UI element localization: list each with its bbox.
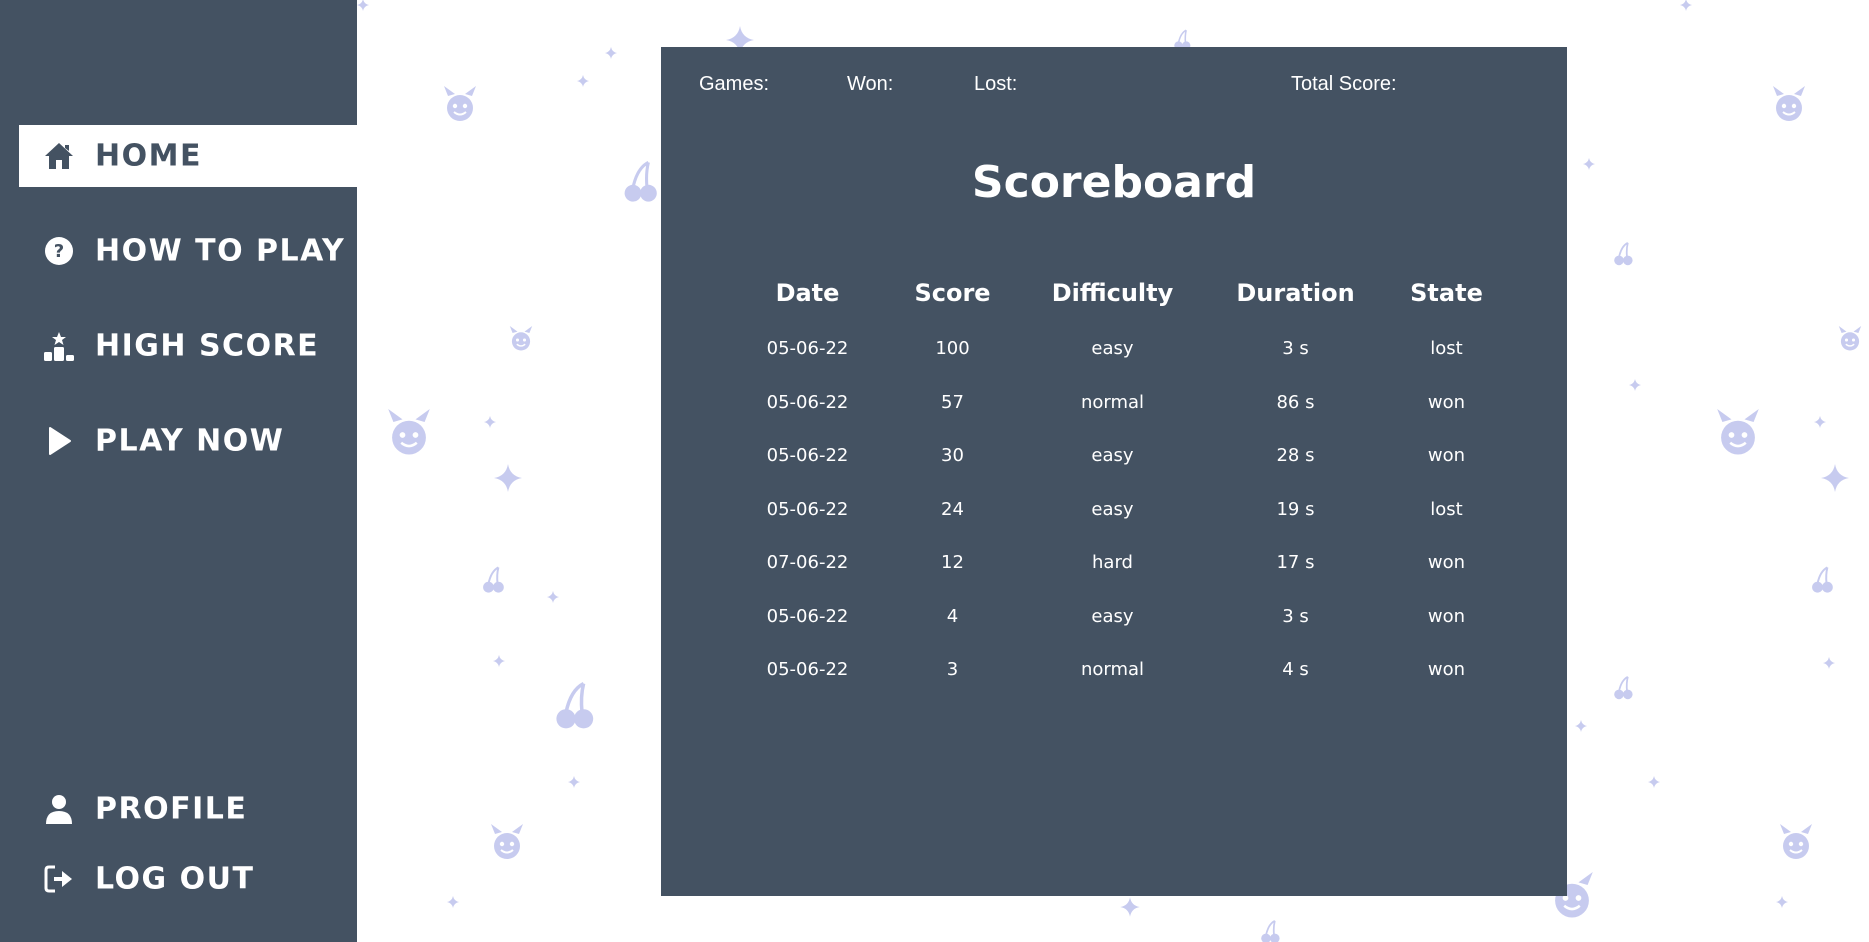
- cell-difficulty: easy: [1091, 605, 1134, 627]
- column-header-state: State: [1410, 279, 1483, 307]
- play-icon: [41, 423, 77, 459]
- column-header-duration: Duration: [1236, 279, 1355, 307]
- cell-difficulty: normal: [1080, 391, 1145, 413]
- scoreboard-table: Date Score Difficulty Duration State 05-…: [739, 264, 1498, 697]
- sidebar-item-label: PLAY NOW: [95, 423, 285, 459]
- total-score-stat: Total Score:: [1291, 73, 1397, 95]
- cell-score: 24: [941, 498, 964, 520]
- table-row: 05-06-22 3 normal 4 s won: [739, 643, 1498, 697]
- cell-date: 07-06-22: [766, 552, 849, 574]
- svg-text:?: ?: [54, 241, 64, 262]
- cell-state: won: [1427, 605, 1466, 627]
- cell-state: won: [1427, 659, 1466, 681]
- cell-score: 30: [941, 445, 964, 467]
- cell-date: 05-06-22: [766, 445, 849, 467]
- lost-stat: Lost:: [974, 73, 1018, 95]
- sidebar-item-play-now[interactable]: PLAY NOW: [19, 410, 357, 472]
- cell-difficulty: normal: [1080, 659, 1145, 681]
- cell-duration: 17 s: [1276, 552, 1315, 574]
- cell-state: lost: [1430, 498, 1463, 520]
- won-stat: Won:: [847, 73, 894, 95]
- table-row: 07-06-22 12 hard 17 s won: [739, 536, 1498, 590]
- cell-score: 100: [935, 338, 970, 360]
- sidebar-item-label: LOG OUT: [95, 861, 255, 897]
- cell-difficulty: easy: [1091, 498, 1134, 520]
- cell-date: 05-06-22: [766, 338, 849, 360]
- sidebar-item-profile[interactable]: PROFILE: [19, 778, 357, 840]
- cell-state: lost: [1430, 338, 1463, 360]
- cell-date: 05-06-22: [766, 391, 849, 413]
- cell-duration: 3 s: [1282, 605, 1309, 627]
- cell-state: won: [1427, 391, 1466, 413]
- cell-score: 3: [946, 659, 959, 681]
- sidebar-item-label: HOME: [95, 138, 202, 174]
- cell-date: 05-06-22: [766, 498, 849, 520]
- games-stat: Games:: [699, 73, 770, 95]
- logout-icon: [41, 861, 77, 897]
- user-icon: [41, 791, 77, 827]
- home-icon: [41, 138, 77, 174]
- cell-score: 57: [941, 391, 964, 413]
- column-header-date: Date: [775, 279, 840, 307]
- table-row: 05-06-22 24 easy 19 s lost: [739, 483, 1498, 537]
- cell-score: 12: [941, 552, 964, 574]
- cell-duration: 4 s: [1282, 659, 1309, 681]
- cell-difficulty: easy: [1091, 445, 1134, 467]
- cell-score: 4: [946, 605, 959, 627]
- sidebar-item-how-to-play[interactable]: ? HOW TO PLAY: [19, 220, 357, 282]
- cell-date: 05-06-22: [766, 659, 849, 681]
- cell-duration: 28 s: [1276, 445, 1315, 467]
- cell-date: 05-06-22: [766, 605, 849, 627]
- scoreboard-panel: Games: Won: Lost: Total Score: Scoreboar…: [661, 47, 1567, 896]
- sidebar-item-label: HIGH SCORE: [95, 328, 320, 364]
- sidebar-item-home[interactable]: HOME: [19, 125, 357, 187]
- sidebar-item-high-score[interactable]: HIGH SCORE: [19, 315, 357, 377]
- cell-difficulty: hard: [1092, 552, 1133, 574]
- sidebar-item-log-out[interactable]: LOG OUT: [19, 848, 357, 910]
- cell-state: won: [1427, 552, 1466, 574]
- table-row: 05-06-22 30 easy 28 s won: [739, 429, 1498, 483]
- cell-duration: 19 s: [1276, 498, 1315, 520]
- cell-difficulty: easy: [1091, 338, 1134, 360]
- question-circle-icon: ?: [41, 233, 77, 269]
- cell-duration: 3 s: [1282, 338, 1309, 360]
- table-row: 05-06-22 4 easy 3 s won: [739, 590, 1498, 644]
- cell-state: won: [1427, 445, 1466, 467]
- podium-star-icon: [41, 328, 77, 364]
- sidebar-item-label: PROFILE: [95, 791, 248, 827]
- table-row: 05-06-22 100 easy 3 s lost: [739, 322, 1498, 376]
- page-title: Scoreboard: [971, 157, 1257, 208]
- column-header-score: Score: [914, 279, 991, 307]
- sidebar: HOME ? HOW TO PLAY HIGH SCORE PLAY NOW P…: [0, 0, 357, 942]
- cell-duration: 86 s: [1276, 391, 1315, 413]
- table-header-row: Date Score Difficulty Duration State: [739, 264, 1498, 322]
- table-row: 05-06-22 57 normal 86 s won: [739, 376, 1498, 430]
- sidebar-item-label: HOW TO PLAY: [95, 233, 346, 269]
- column-header-difficulty: Difficulty: [1051, 279, 1174, 307]
